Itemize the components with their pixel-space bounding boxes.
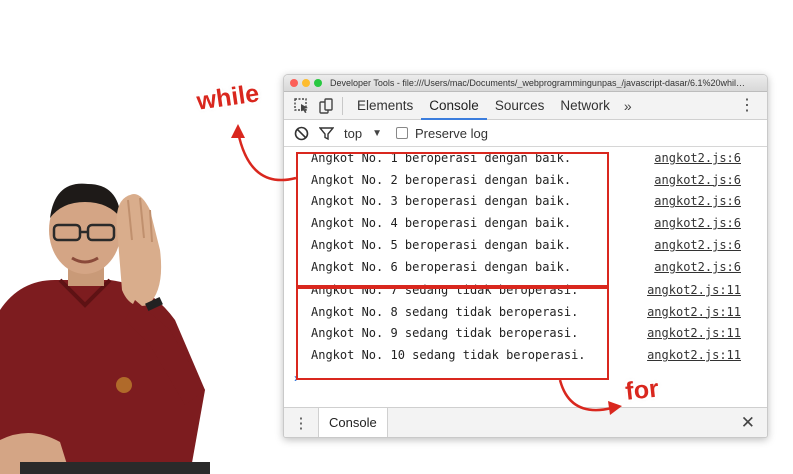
log-source-link[interactable]: angkot2.js:11 (647, 348, 741, 362)
log-source-link[interactable]: angkot2.js:11 (647, 305, 741, 319)
close-window-button[interactable] (290, 79, 298, 87)
minimize-window-button[interactable] (302, 79, 310, 87)
tab-console[interactable]: Console (421, 92, 487, 120)
filter-icon[interactable] (319, 126, 334, 141)
console-drawer: ⋮ Console ✕ (284, 407, 767, 437)
for-label: for (624, 374, 661, 406)
more-tabs-icon[interactable]: » (618, 98, 638, 114)
title-bar: Developer Tools - file:///Users/mac/Docu… (284, 75, 767, 92)
inspect-element-icon[interactable] (292, 96, 312, 116)
for-highlight-box (296, 287, 609, 380)
clear-console-icon[interactable] (294, 126, 309, 141)
while-highlight-box (296, 152, 609, 287)
log-source-link[interactable]: angkot2.js:6 (654, 151, 741, 165)
log-source-link[interactable]: angkot2.js:6 (654, 173, 741, 187)
preserve-log-label: Preserve log (414, 125, 488, 141)
device-toolbar-icon[interactable] (316, 96, 336, 116)
window-title: Developer Tools - file:///Users/mac/Docu… (330, 78, 750, 88)
drawer-tab-console[interactable]: Console (318, 407, 388, 437)
log-source-link[interactable]: angkot2.js:6 (654, 216, 741, 230)
tab-elements[interactable]: Elements (349, 92, 421, 120)
while-label: while (195, 79, 261, 116)
drawer-menu-icon[interactable]: ⋮ (284, 414, 318, 432)
devtools-tab-bar: Elements Console Sources Network » ⋮ (284, 92, 767, 120)
log-source-link[interactable]: angkot2.js:6 (654, 260, 741, 274)
close-drawer-icon[interactable]: ✕ (741, 413, 755, 433)
log-source-link[interactable]: angkot2.js:6 (654, 194, 741, 208)
customize-menu-icon[interactable]: ⋮ (739, 96, 755, 116)
toolbar-divider (342, 96, 343, 115)
zoom-window-button[interactable] (314, 79, 322, 87)
presenter-image (0, 183, 250, 474)
while-arrowhead-icon (231, 124, 245, 138)
context-dropdown-icon[interactable]: ▼ (372, 128, 382, 139)
log-source-link[interactable]: angkot2.js:11 (647, 326, 741, 340)
log-source-link[interactable]: angkot2.js:11 (647, 283, 741, 297)
context-selector[interactable]: top (344, 126, 362, 141)
tab-network[interactable]: Network (552, 92, 618, 120)
log-source-link[interactable]: angkot2.js:6 (654, 238, 741, 252)
preserve-log-checkbox[interactable] (395, 127, 408, 139)
tab-sources[interactable]: Sources (487, 92, 553, 120)
console-filter-bar: top ▼ Preserve log (284, 120, 767, 147)
